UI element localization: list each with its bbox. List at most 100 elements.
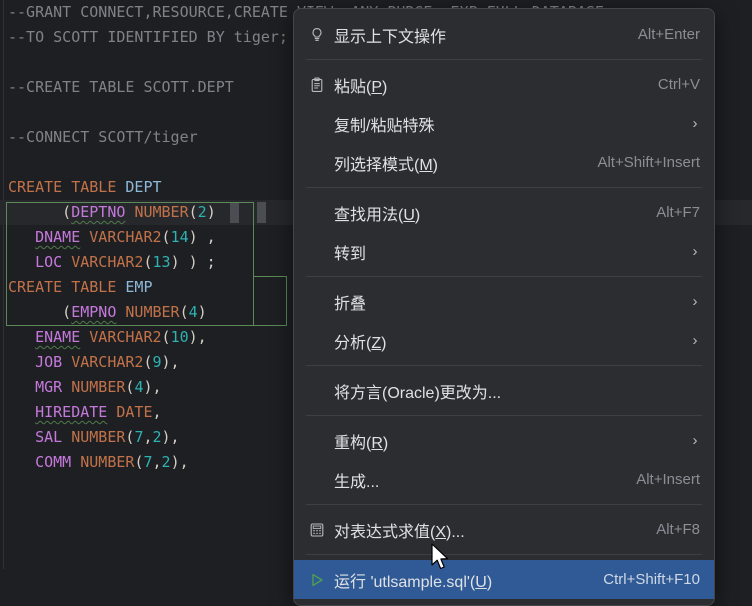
code-token: ) ) [171, 253, 198, 271]
menu-item-label: 查找用法(U) [334, 201, 640, 225]
chevron-right-icon: › [690, 432, 700, 449]
code-token: 2 [153, 428, 162, 446]
menu-item[interactable]: 显示上下文操作Alt+Enter [294, 15, 714, 54]
menu-item-label: 粘贴(P) [334, 73, 642, 97]
menu-item-label: 重构(R) [334, 429, 674, 453]
menu-separator [306, 365, 702, 366]
menu-separator [306, 276, 702, 277]
menu-separator [306, 187, 702, 188]
menu-item-shortcut: Alt+Shift+Insert [597, 154, 700, 171]
run-icon [304, 572, 330, 588]
menu-item[interactable]: 列选择模式(M) Alt+Shift+Insert [294, 143, 714, 182]
menu-separator [306, 504, 702, 505]
menu-item-label: 转到 [334, 240, 674, 264]
code-token [62, 378, 71, 396]
menu-separator [306, 415, 702, 416]
code-token: 2 [162, 453, 171, 471]
code-token: , [143, 428, 152, 446]
code-token: ( [180, 303, 189, 321]
chevron-right-icon: › [690, 115, 700, 132]
menu-item-mnemonic: P [371, 79, 382, 96]
code-token: 2 [198, 203, 207, 221]
menu-item[interactable]: 重构(R) › [294, 421, 714, 460]
code-token: ENAME [35, 328, 80, 346]
code-token: NUMBER [71, 428, 125, 446]
menu-item-mnemonic: M [419, 157, 432, 174]
menu-item[interactable]: 将方言(Oracle)更改为... [294, 371, 714, 410]
menu-item[interactable]: 生成...Alt+Insert [294, 460, 714, 499]
code-token: --TO SCOTT IDENTIFIED BY tiger; [8, 28, 288, 46]
menu-item[interactable]: 运行 'utlsample.sql'(U) Ctrl+Shift+F10 [294, 560, 714, 599]
menu-item[interactable]: 查找用法(U)Alt+F7 [294, 193, 714, 232]
code-token: DATE [116, 403, 152, 421]
editor-context-menu[interactable]: 显示上下文操作Alt+Enter 粘贴(P) Ctrl+V 复制/粘贴特殊 › 列选择模式… [293, 8, 715, 606]
code-token [62, 253, 71, 271]
menu-item-mnemonic: X [435, 524, 446, 541]
text-caret-secondary [257, 202, 266, 223]
menu-item-label: 生成... [334, 468, 620, 492]
code-token: ; [198, 253, 216, 271]
code-token: 9 [153, 353, 162, 371]
code-token: ( [8, 303, 71, 321]
code-token: , [198, 228, 216, 246]
menu-item-mnemonic: U [475, 574, 487, 591]
menu-item-label: 对表达式求值(X)... [334, 518, 640, 542]
code-token: HIREDATE [35, 403, 107, 421]
menu-item[interactable]: 复制/粘贴特殊 › [294, 104, 714, 143]
chevron-right-icon: › [690, 332, 700, 349]
code-token: NUMBER [71, 378, 125, 396]
menu-item-shortcut: Alt+F8 [656, 521, 700, 538]
menu-item[interactable]: 对表达式求值(X)... Alt+F8 [294, 510, 714, 549]
menu-item[interactable]: 粘贴(P) Ctrl+V [294, 65, 714, 104]
code-token: 13 [153, 253, 171, 271]
code-token: SAL [35, 428, 62, 446]
menu-item-mnemonic: U [403, 207, 415, 224]
code-token: VARCHAR2 [89, 328, 161, 346]
code-token: --CONNECT SCOTT/tiger [8, 128, 198, 146]
code-token: ), [171, 453, 189, 471]
code-token: ( [162, 228, 171, 246]
code-token: DNAME [35, 228, 80, 246]
code-token: COMM [35, 453, 71, 471]
code-token: EMPNO [71, 303, 116, 321]
code-token [8, 353, 35, 371]
code-token [62, 353, 71, 371]
code-token: ), [189, 328, 207, 346]
code-token [8, 428, 35, 446]
menu-item-label: 运行 'utlsample.sql'(U) [334, 568, 587, 592]
menu-item-shortcut: Ctrl+V [658, 76, 700, 93]
chevron-right-icon: › [690, 293, 700, 310]
menu-item-label: 复制/粘贴特殊 [334, 112, 674, 136]
code-token: CREATE TABLE [8, 178, 125, 196]
code-token: VARCHAR2 [89, 228, 161, 246]
code-token [80, 228, 89, 246]
code-token: ( [189, 203, 198, 221]
menu-item-label: 列选择模式(M) [334, 151, 581, 175]
code-token: 10 [171, 328, 189, 346]
code-token [62, 428, 71, 446]
code-token [8, 328, 35, 346]
code-token: VARCHAR2 [71, 353, 143, 371]
code-token: ) [198, 303, 207, 321]
code-token: ), [162, 353, 180, 371]
menu-item[interactable]: 转到 › [294, 232, 714, 271]
menu-item-label: 分析(Z) [334, 329, 674, 353]
menu-item-shortcut: Ctrl+Shift+F10 [603, 571, 700, 588]
menu-item-label: 折叠 [334, 290, 674, 314]
code-token: ( [162, 328, 171, 346]
menu-item-shortcut: Alt+Enter [638, 26, 700, 43]
code-token: ), [143, 378, 161, 396]
code-token: NUMBER [134, 203, 188, 221]
calculator-icon [304, 522, 330, 538]
code-token: ) [189, 228, 198, 246]
code-token: VARCHAR2 [71, 253, 143, 271]
menu-item[interactable]: 折叠 › [294, 282, 714, 321]
menu-item-label: 将方言(Oracle)更改为... [334, 379, 700, 403]
clipboard-icon [304, 77, 330, 93]
chevron-right-icon: › [690, 243, 700, 260]
code-token: NUMBER [80, 453, 134, 471]
code-token [8, 228, 35, 246]
code-token: ), [162, 428, 180, 446]
menu-item[interactable]: 分析(Z) › [294, 321, 714, 360]
code-token: CREATE TABLE [8, 278, 125, 296]
